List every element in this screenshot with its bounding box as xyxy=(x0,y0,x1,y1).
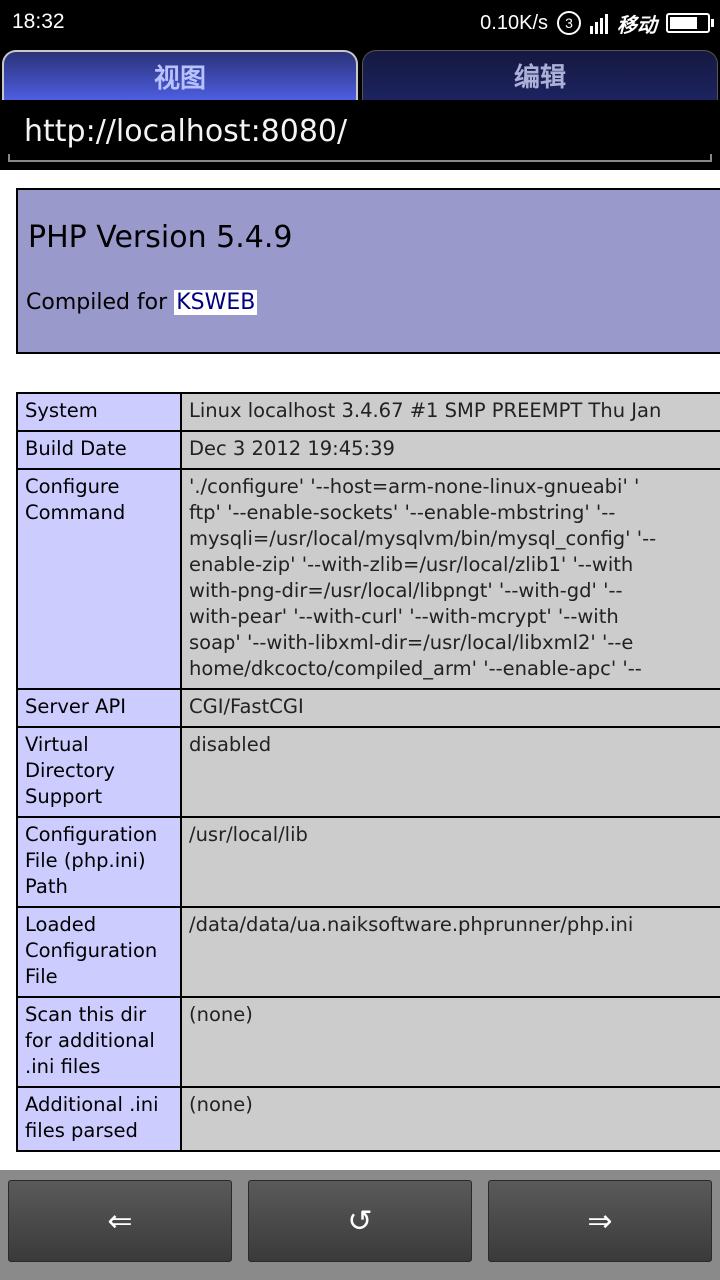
info-value: (none) xyxy=(180,1086,720,1152)
info-label: Additional .ini files parsed xyxy=(16,1086,182,1152)
status-bar: 18:32 0.10K/s 3 移动 xyxy=(0,0,720,46)
info-value: /usr/local/lib xyxy=(180,816,720,908)
info-value: /data/data/ua.naiksoftware.phprunner/php… xyxy=(180,906,720,998)
tab-bar: 视图 编辑 xyxy=(0,46,720,100)
info-row: Build Date Dec 3 2012 19:45:39 xyxy=(16,430,720,470)
info-value-line: home/dkcocto/compiled_arm' '--enable-apc… xyxy=(189,657,642,680)
page-title: PHP Version 5.4.9 xyxy=(28,220,293,255)
forward-button[interactable]: ⇒ xyxy=(488,1180,712,1262)
webview[interactable]: PHP Version 5.4.9 Compiled for KSWEB Sys… xyxy=(0,170,720,1170)
info-label: Scan this dir for additional .ini files xyxy=(16,996,182,1088)
info-row: System Linux localhost 3.4.67 #1 SMP PREE… xyxy=(16,392,720,432)
info-row: Scan this dir for additional .ini files(… xyxy=(16,996,720,1088)
info-label: Configuration File (php.ini) Path xyxy=(16,816,182,908)
carrier-label: 移动 xyxy=(617,14,657,37)
url-input[interactable]: http://localhost:8080/ xyxy=(24,114,347,149)
back-button[interactable]: ⇐ xyxy=(8,1180,232,1262)
info-value-line: mysqli=/usr/local/mysqlvm/bin/mysql_conf… xyxy=(189,527,657,550)
info-row: Configure Command './configure' '--host=a… xyxy=(16,468,720,690)
info-table: System Linux localhost 3.4.67 #1 SMP PREE… xyxy=(16,392,720,1152)
php-header: PHP Version 5.4.9 Compiled for KSWEB xyxy=(16,188,720,354)
ksweb-link[interactable]: KSWEB xyxy=(174,290,258,315)
info-row: Configuration File (php.ini) Path/usr/lo… xyxy=(16,816,720,908)
info-label: System xyxy=(16,392,182,432)
info-value: disabled xyxy=(180,726,720,818)
info-value-line: with-pear' '--with-curl' '--with-mcrypt'… xyxy=(189,605,619,628)
info-row: Server API CGI/FastCGI xyxy=(16,688,720,728)
sim-icon: 3 xyxy=(557,11,581,35)
info-value: Dec 3 2012 19:45:39 xyxy=(180,430,720,470)
address-bar: http://localhost:8080/ xyxy=(0,100,720,170)
tab-edit[interactable]: 编辑 xyxy=(362,50,718,100)
info-label: Configure Command xyxy=(16,468,182,690)
info-value-line: ftp' '--enable-sockets' '--enable-mbstri… xyxy=(189,501,616,524)
bottom-nav: ⇐ ↺ ⇒ xyxy=(0,1170,720,1280)
info-label: Virtual Directory Support xyxy=(16,726,182,818)
info-value-line: enable-zip' '--with-zlib=/usr/local/zlib… xyxy=(189,553,634,576)
url-input-underline xyxy=(8,154,712,162)
info-row: Virtual Directory Support disabled xyxy=(16,726,720,818)
info-row: Additional .ini files parsed (none) xyxy=(16,1086,720,1152)
info-row: Loaded Configuration File/data/data/ua.n… xyxy=(16,906,720,998)
info-value-line: with-png-dir=/usr/local/libpngt' '--with… xyxy=(189,579,623,602)
info-value-line: './configure' '--host=arm-none-linux-gnu… xyxy=(189,475,640,498)
signal-icon xyxy=(590,12,608,34)
status-icons: 0.10K/s 3 移动 xyxy=(480,8,714,38)
info-value: (none) xyxy=(180,996,720,1088)
info-value-line: soap' '--with-libxml-dir=/usr/local/libx… xyxy=(189,631,634,654)
status-time: 18:32 xyxy=(12,10,65,33)
info-value: Linux localhost 3.4.67 #1 SMP PREEMPT Th… xyxy=(180,392,720,432)
info-label: Loaded Configuration File xyxy=(16,906,182,998)
battery-icon xyxy=(666,13,714,33)
info-label: Build Date xyxy=(16,430,182,470)
reload-button[interactable]: ↺ xyxy=(248,1180,472,1262)
tab-view[interactable]: 视图 xyxy=(2,50,358,100)
info-label: Server API xyxy=(16,688,182,728)
compiled-for: Compiled for KSWEB xyxy=(26,290,258,315)
info-value: CGI/FastCGI xyxy=(180,688,720,728)
network-speed: 0.10K/s xyxy=(480,11,548,34)
info-value: './configure' '--host=arm-none-linux-gnu… xyxy=(180,468,720,690)
compiled-prefix: Compiled for xyxy=(26,290,175,315)
